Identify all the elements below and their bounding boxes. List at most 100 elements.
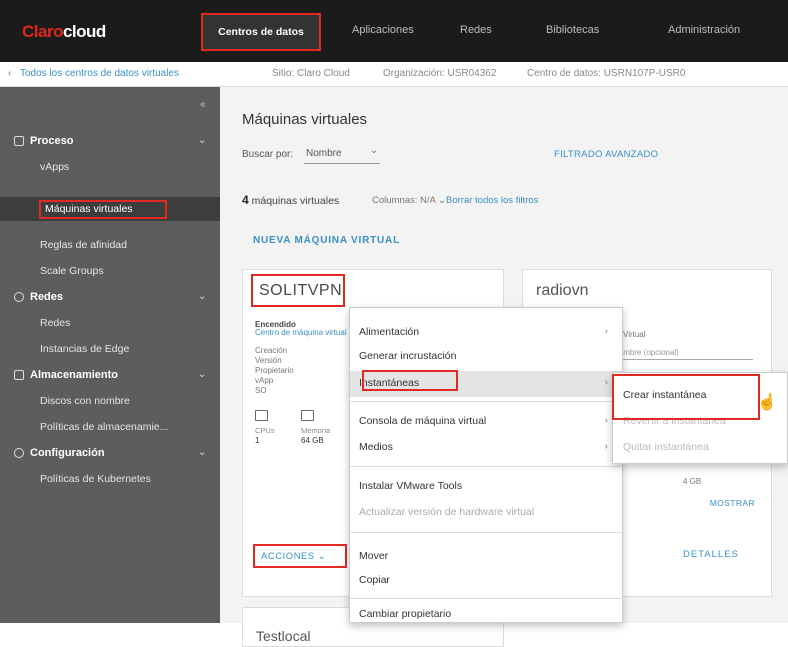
hand-cursor-icon: ☝: [757, 394, 777, 411]
breadcrumb-org: Organización: USR04362: [383, 68, 497, 79]
sidebar-item-maquinas-virtuales[interactable]: Máquinas virtuales: [39, 200, 167, 219]
actions-button[interactable]: ACCIONES ⌄: [253, 544, 347, 568]
logo-brand: Claro: [22, 22, 63, 41]
sidebar-section-proceso[interactable]: Proceso: [14, 135, 73, 147]
compute-icon: [14, 136, 24, 146]
sidebar-item-reglas-afinidad[interactable]: Reglas de afinidad: [40, 239, 127, 251]
menu-item-label: Alimentación: [359, 326, 420, 338]
search-label: Buscar por:: [242, 149, 294, 160]
menu-divider: [350, 466, 624, 467]
sidebar-item-kubernetes[interactable]: Políticas de Kubernetes: [40, 473, 151, 485]
nav-tab-bibliotecas[interactable]: Bibliotecas: [546, 24, 599, 36]
sidebar-item-edge[interactable]: Instancias de Edge: [40, 343, 129, 355]
chevron-right-icon: ›: [604, 377, 608, 388]
metric-label-cpu: CPUs: [255, 426, 275, 435]
sidebar: « Proceso ⌄ vApps Máquinas virtuales Reg…: [0, 87, 220, 623]
menu-item-consola-vm[interactable]: Consola de máquina virtual ›: [350, 409, 624, 435]
nav-tab-administracion[interactable]: Administración: [668, 24, 740, 36]
show-more-link[interactable]: MOSTRAR: [710, 498, 755, 508]
collapse-sidebar-icon[interactable]: «: [200, 99, 206, 110]
menu-item-actualizar-hw: Actualizar versión de hardware virtual: [350, 500, 624, 526]
metric-label-memory: Memoria: [301, 426, 331, 435]
menu-item-label: Consola de máquina virtual: [359, 415, 487, 427]
vm-name[interactable]: Testlocal: [256, 628, 310, 644]
vm-count-number: 4: [242, 193, 249, 207]
chevron-right-icon: ›: [604, 326, 608, 337]
vm-field-input[interactable]: Nombre (opcional): [613, 348, 753, 360]
menu-item-label: Instalar VMware Tools: [359, 480, 463, 492]
sidebar-item-redes[interactable]: Redes: [40, 317, 70, 329]
menu-item-label: Cambiar propietario: [359, 608, 452, 620]
vm-field-label: Virtual: [623, 330, 646, 339]
sidebar-item-vapps[interactable]: vApps: [40, 161, 69, 173]
chevron-down-icon[interactable]: ⌄: [198, 135, 206, 146]
breadcrumb: ‹ Todos los centros de datos virtuales S…: [0, 62, 788, 87]
sidebar-item-discos[interactable]: Discos con nombre: [40, 395, 130, 407]
menu-divider: [350, 598, 624, 599]
chevron-down-icon[interactable]: ⌄: [198, 369, 206, 380]
vm-name[interactable]: radiovn: [536, 282, 588, 300]
claro-cloud-logo[interactable]: Clarocloud: [22, 22, 106, 42]
details-button[interactable]: DETALLES: [683, 549, 739, 560]
chevron-left-icon[interactable]: ‹: [8, 68, 11, 79]
page-title: Máquinas virtuales: [242, 111, 368, 128]
menu-item-alimentacion[interactable]: Alimentación ›: [350, 320, 624, 346]
vm-field: SO: [255, 386, 267, 395]
sidebar-section-configuracion[interactable]: Configuración: [14, 447, 105, 459]
cpu-icon: [255, 410, 268, 421]
metric-value-memory: 64 GB: [301, 436, 324, 445]
sidebar-section-redes[interactable]: Redes: [14, 291, 63, 303]
menu-item-label: Generar incrustación: [359, 350, 457, 362]
chevron-down-icon[interactable]: ⌄: [198, 291, 206, 302]
nav-tab-redes[interactable]: Redes: [460, 24, 492, 36]
menu-divider: [350, 401, 624, 402]
sidebar-item-scale-groups[interactable]: Scale Groups: [40, 265, 104, 277]
clear-filters-link[interactable]: Borrar todos los filtros: [446, 195, 538, 206]
menu-item-label: Medios: [359, 441, 393, 453]
menu-item-cambiar-propietario[interactable]: Cambiar propietario: [350, 602, 624, 628]
menu-item-medios[interactable]: Medios ›: [350, 435, 624, 461]
logo-product: cloud: [62, 22, 106, 41]
menu-item-label: Actualizar versión de hardware virtual: [359, 506, 535, 518]
metric-value-cpu: 1: [255, 436, 260, 445]
memory-icon: [301, 410, 314, 421]
vm-status-link[interactable]: Centro de máquina virtual: [255, 328, 347, 337]
vm-field: Propietario: [255, 366, 294, 375]
vm-name[interactable]: SOLITVPN: [251, 274, 345, 307]
sidebar-section-label: Almacenamiento: [30, 369, 119, 381]
breadcrumb-all-vdcs[interactable]: Todos los centros de datos virtuales: [20, 68, 179, 79]
menu-item-mover[interactable]: Mover: [350, 544, 624, 570]
advanced-filter-link[interactable]: FILTRADO AVANZADO: [554, 149, 658, 160]
chevron-right-icon: ›: [604, 415, 608, 426]
menu-item-label: Mover: [359, 550, 389, 562]
submenu-item-quitar-instantanea: Quitar instantánea: [623, 441, 709, 453]
storage-icon: [14, 370, 24, 380]
breadcrumb-vdc: Centro de datos: USRN107P-USR0: [527, 68, 686, 79]
vm-field: Versión: [255, 356, 282, 365]
menu-item-copiar[interactable]: Copiar: [350, 568, 624, 594]
nav-tab-centros-de-datos[interactable]: Centros de datos: [201, 13, 321, 51]
highlight-box-crear-instantanea: [612, 374, 760, 420]
sidebar-item-politicas-almacenamiento[interactable]: Políticas de almacenamie...: [40, 421, 168, 433]
new-vm-button[interactable]: NUEVA MÁQUINA VIRTUAL: [253, 235, 400, 246]
vm-count: 4 máquinas virtuales: [242, 193, 339, 207]
top-navbar: Clarocloud Centros de datos Aplicaciones…: [0, 0, 788, 62]
menu-item-label: Copiar: [359, 574, 390, 586]
search-by-select[interactable]: Nombre: [304, 145, 380, 164]
menu-item-instalar-vmware-tools[interactable]: Instalar VMware Tools: [350, 474, 624, 500]
column-picker[interactable]: Columnas: N/A ⌄: [372, 195, 446, 206]
highlight-box-instantaneas: [362, 370, 458, 391]
nav-tab-aplicaciones[interactable]: Aplicaciones: [352, 24, 414, 36]
vm-field: vApp: [255, 376, 274, 385]
sidebar-section-almacenamiento[interactable]: Almacenamiento: [14, 369, 118, 381]
chevron-down-icon[interactable]: ⌄: [198, 447, 206, 458]
chevron-right-icon: ›: [604, 441, 608, 452]
settings-icon: [14, 448, 24, 458]
menu-item-generar-incrustacion[interactable]: Generar incrustación: [350, 344, 624, 370]
actions-context-menu: Alimentación › Generar incrustación Insta…: [349, 307, 624, 623]
sidebar-section-label: Proceso: [30, 135, 74, 147]
sidebar-section-label: Configuración: [30, 447, 105, 459]
vm-count-label: máquinas virtuales: [251, 195, 340, 207]
breadcrumb-site: Sitio: Claro Cloud: [272, 68, 350, 79]
vm-field: Creación: [255, 346, 288, 355]
